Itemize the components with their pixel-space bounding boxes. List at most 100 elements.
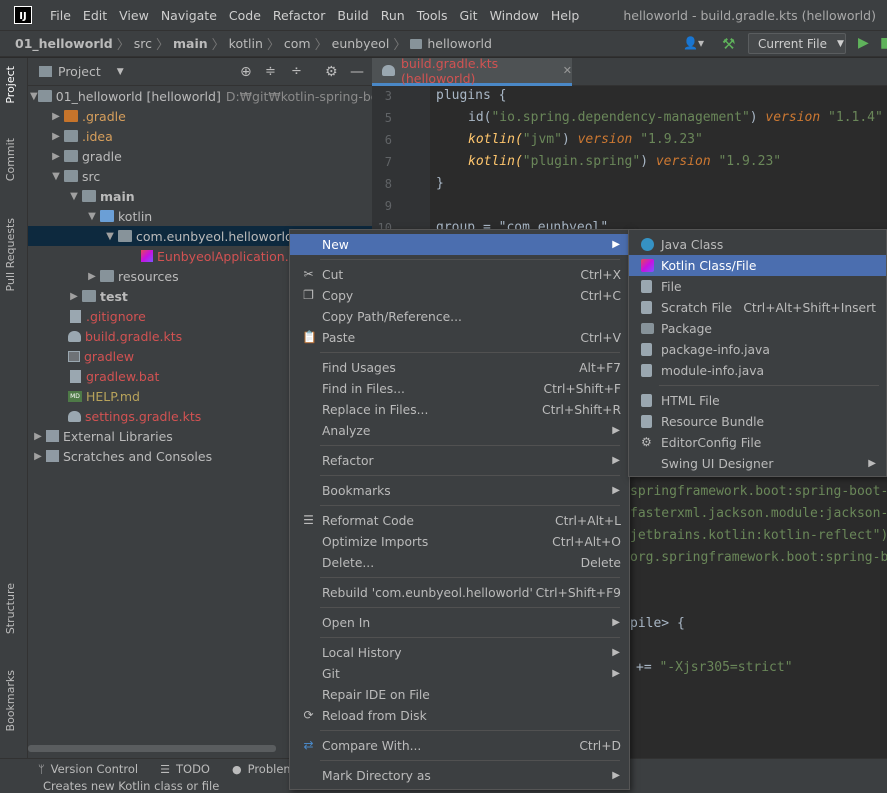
expand-all-icon[interactable]: ≑: [265, 64, 276, 79]
menu-help[interactable]: Help: [545, 0, 586, 31]
menu-item-analyze[interactable]: Analyze ▶: [290, 420, 629, 441]
breadcrumb-eunbyeol[interactable]: eunbyeol: [332, 36, 390, 51]
menu-tools[interactable]: Tools: [411, 0, 454, 31]
menu-item-cut[interactable]: ✂ Cut Ctrl+X: [290, 264, 629, 285]
tree-item-kotlin[interactable]: ▼ kotlin: [28, 206, 372, 226]
run-configuration-select[interactable]: Current File ▼: [748, 33, 846, 54]
collapse-all-icon[interactable]: ÷: [291, 64, 302, 79]
menu-git[interactable]: Git: [454, 0, 484, 31]
breadcrumb-main[interactable]: main: [173, 36, 208, 51]
menu-label: EditorConfig File: [661, 435, 762, 450]
menu-item-find-usages[interactable]: Find Usages Alt+F7: [290, 357, 629, 378]
menu-window[interactable]: Window: [484, 0, 545, 31]
menu-item-swing-ui[interactable]: Swing UI Designer ▶: [629, 453, 886, 474]
chevron-down-icon[interactable]: ▼: [117, 67, 124, 77]
code-line[interactable]: jetbrains.kotlin:kotlin-reflect"): [630, 528, 887, 543]
code-line[interactable]: }: [436, 176, 444, 191]
tab-pull-requests[interactable]: Pull Requests: [4, 218, 17, 291]
code-line[interactable]: += "-Xjsr305=strict": [636, 660, 793, 675]
menu-build[interactable]: Build: [331, 0, 374, 31]
menu-file[interactable]: File: [44, 0, 77, 31]
menu-item-replace-in-files[interactable]: Replace in Files... Ctrl+Shift+R: [290, 399, 629, 420]
menu-item-copy[interactable]: ❐ Copy Ctrl+C: [290, 285, 629, 306]
menu-item-html-file[interactable]: HTML File: [629, 390, 886, 411]
menu-navigate[interactable]: Navigate: [155, 0, 223, 31]
tab-version-control[interactable]: ᛘ Version Control: [38, 762, 138, 776]
tree-item-main[interactable]: ▼ main: [28, 186, 372, 206]
menu-label: Mark Directory as: [322, 768, 431, 783]
code-line[interactable]: pile> {: [630, 616, 685, 631]
menu-item-editorconfig[interactable]: ⚙ EditorConfig File: [629, 432, 886, 453]
chevron-right-icon: ▶: [868, 458, 876, 469]
menu-item-package-info[interactable]: package-info.java: [629, 339, 886, 360]
menu-item-package[interactable]: Package: [629, 318, 886, 339]
tree-item-src[interactable]: ▼ src: [28, 166, 372, 186]
menu-item-find-in-files[interactable]: Find in Files... Ctrl+Shift+F: [290, 378, 629, 399]
menu-item-new[interactable]: New ▶: [290, 234, 629, 255]
run-icon[interactable]: ▶: [858, 35, 869, 51]
menu-item-reformat[interactable]: ☰ Reformat Code Ctrl+Alt+L: [290, 510, 629, 531]
menu-item-paste[interactable]: 📋 Paste Ctrl+V: [290, 327, 629, 348]
menu-item-refactor[interactable]: Refactor ▶: [290, 450, 629, 471]
menu-item-reload[interactable]: ⟳ Reload from Disk: [290, 705, 629, 726]
breadcrumb-helloworld[interactable]: helloworld: [427, 36, 492, 51]
menu-item-rebuild[interactable]: Rebuild 'com.eunbyeol.helloworld' Ctrl+Sh…: [290, 582, 629, 603]
menu-label: File: [661, 279, 682, 294]
debug-icon[interactable]: ■: [880, 35, 887, 51]
menu-item-delete[interactable]: Delete... Delete: [290, 552, 629, 573]
tree-item-idea[interactable]: ▶ .idea: [28, 126, 372, 146]
gradle-file-icon: [68, 330, 81, 342]
code-line[interactable]: kotlin("plugin.spring") version "1.9.23": [468, 154, 781, 169]
menu-item-scratch-file[interactable]: Scratch File Ctrl+Alt+Shift+Insert: [629, 297, 886, 318]
menu-item-copy-path[interactable]: Copy Path/Reference...: [290, 306, 629, 327]
menu-item-repair-ide[interactable]: Repair IDE on File: [290, 684, 629, 705]
menu-item-resource-bundle[interactable]: Resource Bundle: [629, 411, 886, 432]
tree-item-gradle[interactable]: ▶ gradle: [28, 146, 372, 166]
breadcrumb-kotlin[interactable]: kotlin: [229, 36, 263, 51]
menu-item-bookmarks[interactable]: Bookmarks ▶: [290, 480, 629, 501]
breadcrumb-project[interactable]: 01_helloworld: [15, 36, 113, 51]
menu-item-git[interactable]: Git ▶: [290, 663, 629, 684]
locate-icon[interactable]: ⊕: [240, 64, 252, 80]
menu-item-kotlin-class[interactable]: Kotlin Class/File: [629, 255, 886, 276]
project-panel-title[interactable]: Project: [58, 64, 101, 79]
menu-item-local-history[interactable]: Local History ▶: [290, 642, 629, 663]
menu-item-module-info[interactable]: module-info.java: [629, 360, 886, 381]
menu-item-compare-with[interactable]: ⇄ Compare With... Ctrl+D: [290, 735, 629, 756]
tab-structure[interactable]: Structure: [4, 583, 17, 634]
code-line[interactable]: fasterxml.jackson.module:jackson-: [630, 506, 887, 521]
breadcrumb-com[interactable]: com: [284, 36, 311, 51]
menu-run[interactable]: Run: [375, 0, 411, 31]
code-line[interactable]: id("io.spring.dependency-management") ve…: [468, 110, 883, 125]
minimize-icon[interactable]: —: [350, 64, 364, 80]
horizontal-scrollbar[interactable]: [28, 745, 276, 752]
code-line[interactable]: kotlin("jvm") version "1.9.23": [468, 132, 703, 147]
tab-commit[interactable]: Commit: [4, 138, 17, 181]
user-account-icon[interactable]: 👤▾: [683, 36, 704, 50]
menu-refactor[interactable]: Refactor: [267, 0, 331, 31]
tree-item-gradle-cache[interactable]: ▶ .gradle: [28, 106, 372, 126]
gear-icon[interactable]: ⚙: [325, 64, 338, 80]
breadcrumb-src[interactable]: src: [134, 36, 152, 51]
tab-todo[interactable]: ☰ TODO: [160, 762, 210, 776]
build-hammer-icon[interactable]: ⚒: [722, 35, 735, 53]
menu-item-optimize-imports[interactable]: Optimize Imports Ctrl+Alt+O: [290, 531, 629, 552]
menu-item-java-class[interactable]: Java Class: [629, 234, 886, 255]
menu-separator: [320, 637, 620, 638]
menu-edit[interactable]: Edit: [77, 0, 113, 31]
menu-item-file[interactable]: File: [629, 276, 886, 297]
menu-item-mark-directory[interactable]: Mark Directory as ▶: [290, 765, 629, 786]
menu-code[interactable]: Code: [223, 0, 267, 31]
tab-project[interactable]: Project: [4, 66, 17, 104]
menu-view[interactable]: View: [113, 0, 155, 31]
code-token: +=: [636, 660, 660, 675]
code-line[interactable]: org.springframework.boot:spring-b: [630, 550, 887, 565]
tree-item-root[interactable]: ▼ 01_helloworld [helloworld] D:₩git₩kotl…: [28, 86, 402, 106]
code-line[interactable]: plugins {: [436, 88, 506, 103]
tree-item-label: main: [100, 188, 135, 204]
close-icon[interactable]: ✕: [563, 64, 572, 77]
menu-item-open-in[interactable]: Open In ▶: [290, 612, 629, 633]
tab-build-gradle[interactable]: build.gradle.kts (helloworld) ✕: [372, 56, 572, 86]
code-line[interactable]: springframework.boot:spring-boot-: [630, 484, 887, 499]
tab-bookmarks[interactable]: Bookmarks: [4, 670, 17, 731]
